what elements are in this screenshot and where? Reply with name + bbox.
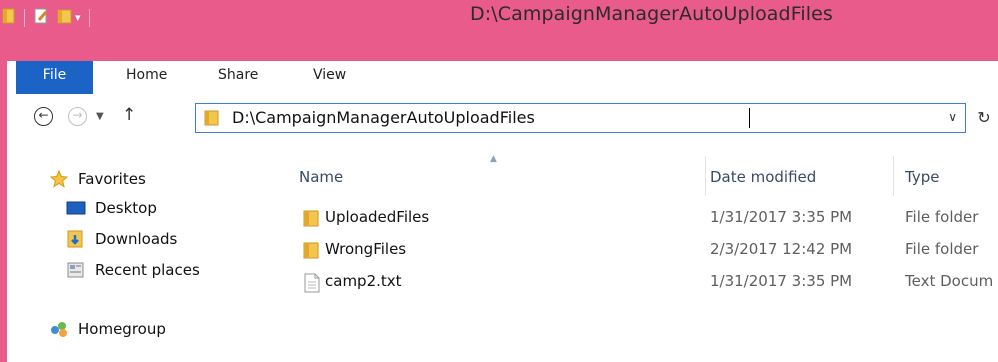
file-date: 1/31/2017 3:35 PM — [710, 272, 853, 290]
text-caret — [749, 108, 750, 128]
nav-label: Downloads — [95, 230, 178, 248]
nav-label: Recent places — [95, 261, 200, 279]
quick-access-toolbar: ▾ — [0, 0, 98, 35]
column-header-type[interactable]: Type — [905, 168, 939, 186]
file-list: ▲ Name Date modified Type UploadedFiles … — [287, 142, 998, 362]
file-type: Text Docum — [905, 272, 994, 290]
title-bar: ▾ D:\CampaignManagerAutoUploadFiles — [0, 0, 998, 61]
refresh-icon[interactable]: ↻ — [970, 105, 998, 133]
tab-home[interactable]: Home — [126, 61, 167, 92]
folder-icon — [204, 110, 220, 130]
file-row[interactable]: camp2.txt 1/31/2017 3:35 PM Text Docum — [299, 269, 998, 295]
nav-label: Homegroup — [78, 320, 166, 338]
toolbar-divider — [88, 8, 90, 27]
downloads-icon — [65, 230, 87, 248]
forward-arrow-icon: → — [68, 107, 87, 126]
customize-toolbar-icon[interactable]: ▾ — [75, 11, 81, 24]
column-divider[interactable] — [705, 156, 706, 196]
tab-view[interactable]: View — [313, 61, 346, 92]
file-type: File folder — [905, 208, 979, 226]
nav-label: Favorites — [78, 170, 146, 188]
folder-icon — [303, 241, 321, 263]
star-icon — [48, 170, 70, 188]
file-name: camp2.txt — [325, 272, 402, 290]
back-arrow-icon: ← — [34, 107, 53, 126]
nav-recent-places[interactable]: Recent places — [65, 261, 200, 279]
explorer-content: ← → ▼ ↑ D:\CampaignManagerAutoUploadFile… — [0, 92, 998, 362]
nav-favorites[interactable]: Favorites — [48, 170, 146, 188]
folder-icon — [303, 209, 321, 231]
folder-icon — [2, 8, 16, 28]
file-date: 2/3/2017 12:42 PM — [710, 240, 853, 258]
toolbar-divider — [24, 8, 25, 27]
nav-homegroup[interactable]: Homegroup — [48, 320, 166, 338]
window-title: D:\CampaignManagerAutoUploadFiles — [470, 3, 833, 25]
new-folder-icon[interactable] — [57, 8, 73, 28]
back-button[interactable]: ← — [34, 107, 53, 126]
file-row[interactable]: WrongFiles 2/3/2017 12:42 PM File folder — [299, 237, 998, 263]
file-name: WrongFiles — [325, 240, 407, 258]
chevron-down-icon[interactable]: ∨ — [948, 110, 957, 124]
file-row[interactable]: UploadedFiles 1/31/2017 3:35 PM File fol… — [299, 205, 998, 231]
text-file-icon — [303, 273, 321, 297]
file-name: UploadedFiles — [325, 208, 430, 226]
tab-share[interactable]: Share — [218, 61, 258, 92]
properties-icon[interactable] — [33, 8, 49, 28]
sort-ascending-icon: ▲ — [490, 154, 497, 164]
recent-places-icon — [65, 261, 87, 279]
column-header-name[interactable]: Name — [299, 168, 343, 186]
forward-button[interactable]: → — [68, 107, 87, 126]
nav-desktop[interactable]: Desktop — [65, 199, 157, 217]
desktop-icon — [65, 199, 87, 217]
nav-downloads[interactable]: Downloads — [65, 230, 177, 248]
up-arrow-icon[interactable]: ↑ — [122, 105, 136, 125]
address-bar[interactable]: D:\CampaignManagerAutoUploadFiles ∨ — [195, 103, 966, 133]
column-header-date-modified[interactable]: Date modified — [710, 168, 816, 186]
file-date: 1/31/2017 3:35 PM — [710, 208, 853, 226]
tab-file[interactable]: File — [16, 61, 93, 94]
homegroup-icon — [48, 320, 70, 338]
ribbon-tabs: File Home Share View — [0, 61, 998, 94]
navigation-pane: Favorites Desktop Downloads Recent place… — [7, 142, 287, 362]
navigation-bar: ← → ▼ ↑ D:\CampaignManagerAutoUploadFile… — [7, 92, 998, 142]
address-path[interactable]: D:\CampaignManagerAutoUploadFiles — [232, 108, 535, 127]
recent-locations-icon[interactable]: ▼ — [96, 111, 104, 122]
file-type: File folder — [905, 240, 979, 258]
nav-label: Desktop — [95, 199, 157, 217]
column-divider[interactable] — [893, 156, 894, 196]
